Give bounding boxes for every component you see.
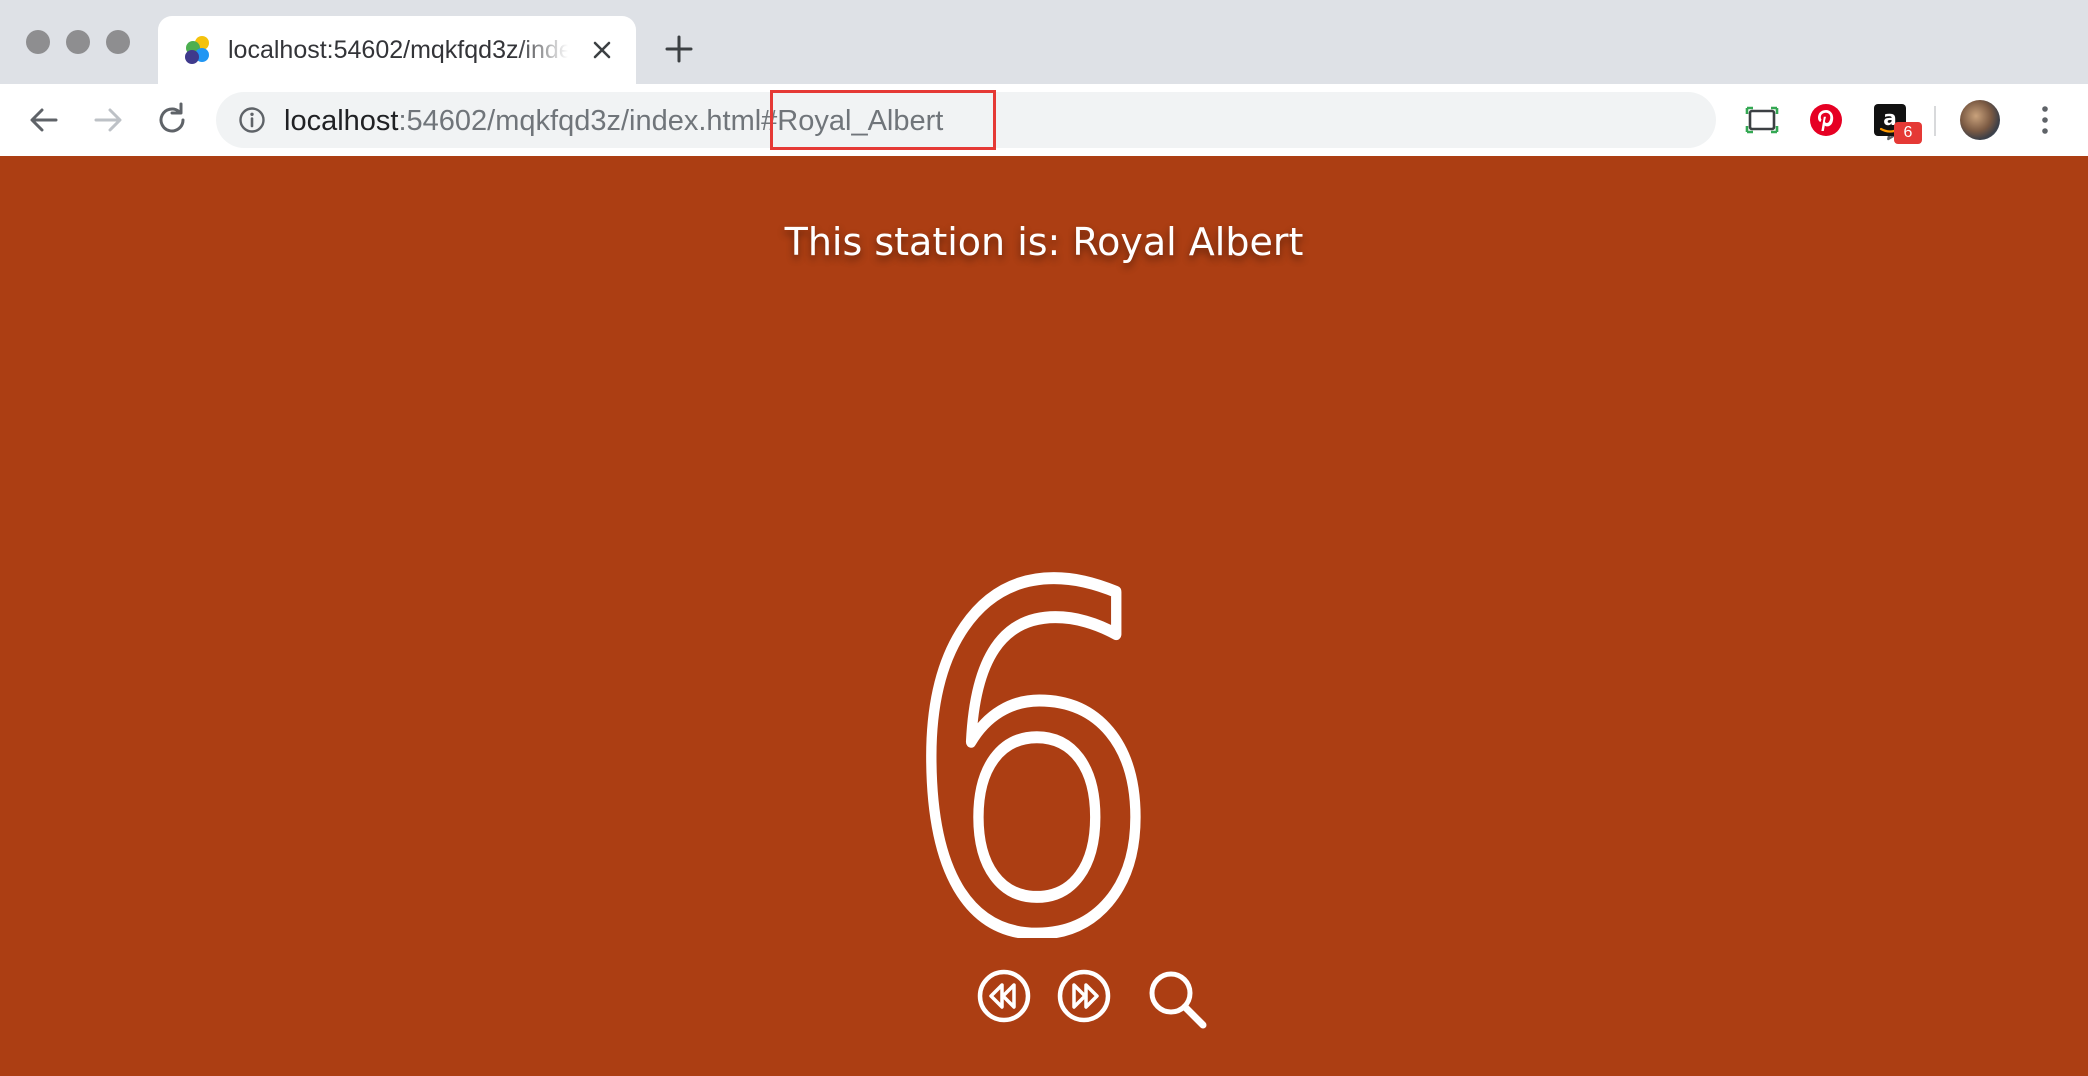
forward-icon[interactable] — [88, 100, 128, 140]
new-tab-icon[interactable] — [664, 34, 694, 64]
station-number-text: 6 — [903, 491, 1161, 938]
search-button[interactable] — [1146, 968, 1210, 1032]
pinterest-icon[interactable] — [1808, 102, 1844, 138]
station-title: This station is: Royal Albert — [784, 220, 1304, 264]
reload-icon[interactable] — [152, 100, 192, 140]
back-icon[interactable] — [24, 100, 64, 140]
tab-strip: localhost:54602/mqkfqd3z/index.html#Roya… — [0, 0, 2088, 84]
next-station-button[interactable] — [1056, 968, 1112, 1024]
fast-forward-icon — [1072, 983, 1099, 1009]
browser-toolbar: localhost:54602/mqkfqd3z/index.html#Roya… — [0, 84, 2088, 156]
url-host: localhost — [284, 105, 399, 137]
profile-avatar[interactable] — [1960, 100, 2000, 140]
tab-title: localhost:54602/mqkfqd3z/index.html#Roya… — [228, 36, 568, 64]
window-minimize-dot[interactable] — [66, 30, 90, 54]
toolbar-divider — [1934, 106, 1936, 136]
info-icon[interactable] — [238, 106, 266, 134]
colorful-orbs-favicon — [185, 36, 209, 64]
previous-station-button[interactable] — [976, 968, 1032, 1024]
station-controls — [976, 968, 1216, 1032]
active-tab[interactable]: localhost:54602/mqkfqd3z/index.html#Roya… — [158, 16, 636, 84]
station-page: This station is: Royal Albert 6 — [0, 156, 2088, 1076]
kebab-menu-icon[interactable] — [2030, 102, 2060, 138]
window-zoom-dot[interactable] — [106, 30, 130, 54]
station-number: 6 — [900, 485, 1164, 938]
window-close-dot[interactable] — [26, 30, 50, 54]
rewind-icon — [989, 983, 1016, 1009]
screen-capture-icon[interactable] — [1744, 102, 1780, 138]
close-tab-icon[interactable] — [590, 38, 614, 62]
url-hash-highlight-box — [770, 90, 996, 150]
amazon-badge: 6 — [1894, 122, 1922, 144]
